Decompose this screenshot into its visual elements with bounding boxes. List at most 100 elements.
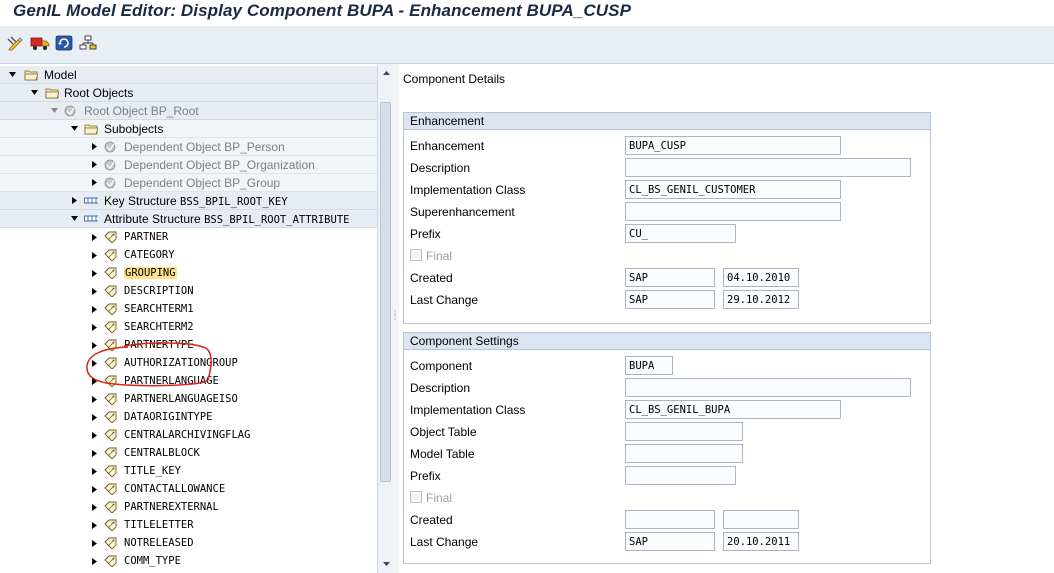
tree-node-attribute-structure[interactable]: Attribute Structure BSS_BPIL_ROOT_ATTRIB… [0,210,377,228]
tree-label-attribute: NOTRELEASED [124,537,194,549]
tree-node-attribute[interactable]: PARTNER [0,228,377,246]
collapsed-triangle-icon[interactable] [90,233,99,242]
field-superenhancement[interactable] [625,202,841,221]
field-comp-impl-class[interactable]: CL_BS_GENIL_BUPA [625,400,841,419]
tree-node-attribute[interactable]: GROUPING [0,264,377,282]
tree-node-dependent-group[interactable]: Dependent Object BP_Group [0,174,377,192]
title-bar: GenIL Model Editor: Display Component BU… [0,0,1054,26]
field-enh-impl-class[interactable]: CL_BS_GENIL_CUSTOMER [625,180,841,199]
field-enh-prefix[interactable]: CU_ [625,224,736,243]
expanded-triangle-icon[interactable] [30,88,39,97]
attribute-tag-icon [104,321,118,333]
field-enh-created-user[interactable]: SAP [625,268,715,287]
tree-node-attribute[interactable]: NOTRELEASED [0,534,377,552]
field-comp-last-change-user[interactable]: SAP [625,532,715,551]
tree-node-key-structure[interactable]: Key Structure BSS_BPIL_ROOT_KEY [0,192,377,210]
tree-node-attribute[interactable]: DESCRIPTION [0,282,377,300]
row-comp-final: Final [410,488,925,508]
field-object-table[interactable] [625,422,743,441]
collapsed-triangle-icon[interactable] [90,287,99,296]
scrollbar-thumb[interactable] [380,102,391,482]
tree-node-attribute[interactable]: CENTRALARCHIVINGFLAG [0,426,377,444]
tree-node-attribute[interactable]: SEARCHTERM1 [0,300,377,318]
tree-label-attribute: PARTNERLANGUAGEISO [124,393,238,405]
collapsed-triangle-icon[interactable] [90,305,99,314]
transport-icon[interactable] [30,34,50,52]
field-comp-description[interactable] [625,378,911,397]
collapsed-triangle-icon[interactable] [90,485,99,494]
hierarchy-icon[interactable] [78,34,98,52]
collapsed-triangle-icon[interactable] [90,557,99,566]
attribute-tag-icon [104,429,118,441]
tree-node-dependent-organization[interactable]: Dependent Object BP_Organization [0,156,377,174]
collapsed-triangle-icon[interactable] [90,323,99,332]
tree-node-attribute[interactable]: DATAORIGINTYPE [0,408,377,426]
checkbox-enh-final[interactable] [410,249,422,261]
collapsed-triangle-icon[interactable] [90,178,99,187]
tree-vertical-scrollbar[interactable] [377,64,393,573]
label-component: Component [410,359,473,373]
tree-node-attribute[interactable]: TITLELETTER [0,516,377,534]
field-comp-created-date[interactable] [723,510,799,529]
label-model-table: Model Table [410,447,475,461]
scroll-up-arrow-icon[interactable] [378,66,394,80]
splitter-grip-icon[interactable]: ⁞ ⁞ [394,310,396,322]
field-enh-last-change-date[interactable]: 29.10.2012 [723,290,799,309]
label-prefix: Prefix [410,227,441,241]
scroll-down-arrow-icon[interactable] [378,557,394,571]
collapsed-triangle-icon[interactable] [90,503,99,512]
field-enh-last-change-user[interactable]: SAP [625,290,715,309]
tree-node-attribute[interactable]: COMM_TYPE [0,552,377,570]
field-enhancement[interactable]: BUPA_CUSP [625,136,841,155]
display-change-icon[interactable] [6,34,26,52]
checkbox-comp-final[interactable] [410,491,422,503]
tree-node-attribute[interactable]: CATEGORY [0,246,377,264]
expanded-triangle-icon[interactable] [70,214,79,223]
collapsed-triangle-icon[interactable] [90,539,99,548]
tree-label-attribute: DATAORIGINTYPE [124,411,213,423]
label-created: Created [410,513,453,527]
refresh-icon[interactable] [54,34,74,52]
label-superenhancement: Superenhancement [410,205,515,219]
field-component[interactable]: BUPA [625,356,673,375]
expanded-triangle-icon[interactable] [8,70,17,79]
tree-node-attribute[interactable]: PARTNERLANGUAGEISO [0,390,377,408]
field-enh-description[interactable] [625,158,911,177]
label-last-change: Last Change [410,535,479,549]
field-enh-created-date[interactable]: 04.10.2010 [723,268,799,287]
collapsed-triangle-icon[interactable] [90,467,99,476]
collapsed-triangle-icon[interactable] [90,395,99,404]
tree-node-model[interactable]: Model [0,66,377,84]
tree-node-attribute[interactable]: TITLE_KEY [0,462,377,480]
field-comp-last-change-date[interactable]: 20.10.2011 [723,532,799,551]
collapsed-triangle-icon[interactable] [90,160,99,169]
tree-node-attribute[interactable]: CONTACTALLOWANCE [0,480,377,498]
field-comp-prefix[interactable] [625,466,736,485]
collapsed-triangle-icon[interactable] [70,196,79,205]
tree-label-attribute: PARTNER [124,231,169,243]
tree-node-attribute[interactable]: SEARCHTERM2 [0,318,377,336]
row-comp-impl-class: Implementation Class CL_BS_GENIL_BUPA [410,400,925,420]
collapsed-triangle-icon[interactable] [90,413,99,422]
field-model-table[interactable] [625,444,743,463]
field-comp-created-user[interactable] [625,510,715,529]
details-title: Component Details [403,72,506,86]
tree-node-root-object[interactable]: Root Object BP_Root [0,102,377,120]
tree-label-attribute: PARTNEREXTERNAL [124,501,219,513]
collapsed-triangle-icon[interactable] [90,251,99,260]
collapsed-triangle-icon[interactable] [90,431,99,440]
tree-label-key-structure: Key Structure [104,193,177,208]
tree-node-attribute[interactable]: PARTNEREXTERNAL [0,498,377,516]
collapsed-triangle-icon[interactable] [90,269,99,278]
expanded-triangle-icon[interactable] [70,124,79,133]
tree-node-dependent-person[interactable]: Dependent Object BP_Person [0,138,377,156]
tree-node-root-objects[interactable]: Root Objects [0,84,377,102]
collapsed-triangle-icon[interactable] [90,449,99,458]
attribute-tag-icon [104,231,118,243]
tree-node-attribute[interactable]: CENTRALBLOCK [0,444,377,462]
collapsed-triangle-icon[interactable] [90,142,99,151]
tree-node-subobjects[interactable]: Subobjects [0,120,377,138]
collapsed-triangle-icon[interactable] [90,521,99,530]
component-settings-header: Component Settings [404,333,930,350]
expanded-triangle-icon[interactable] [50,106,59,115]
